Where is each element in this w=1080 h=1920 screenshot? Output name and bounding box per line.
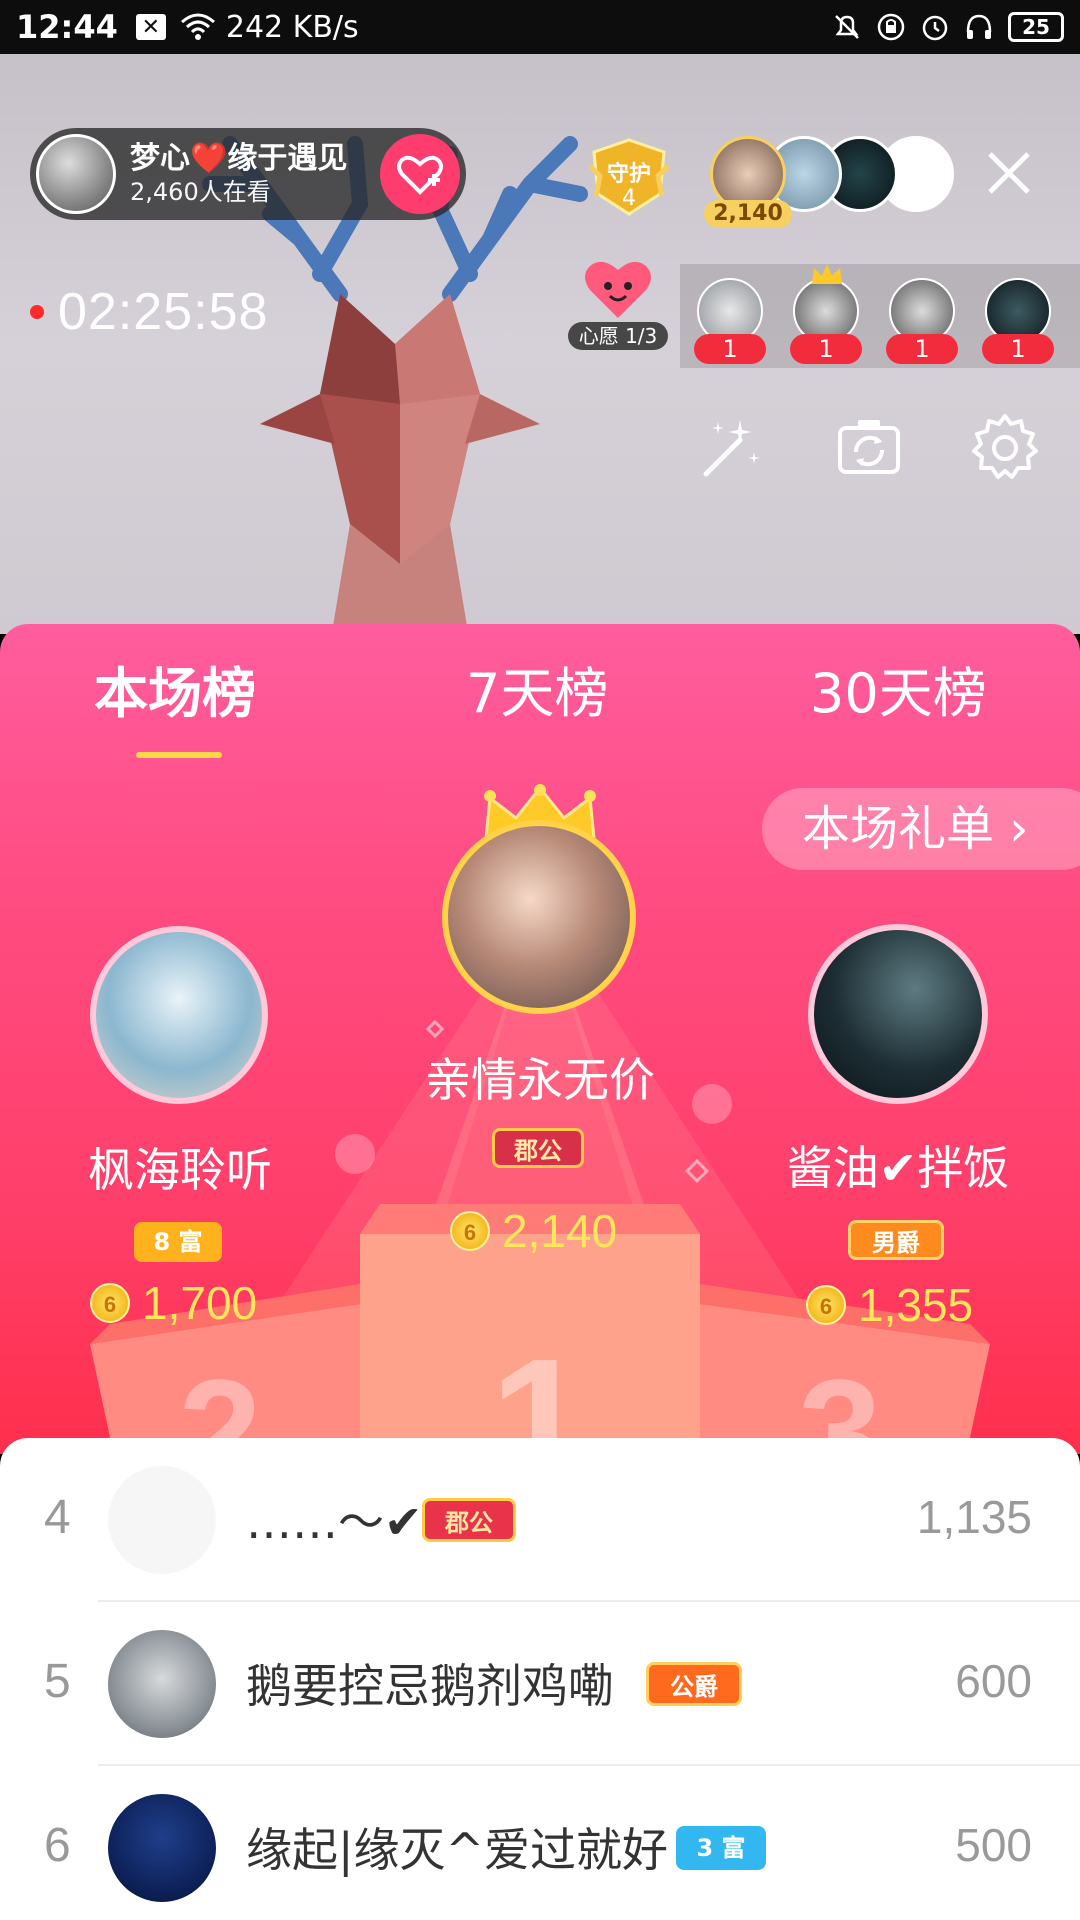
rank3-name[interactable]: 酱油✔拌饭: [748, 1132, 1048, 1198]
list-avatar[interactable]: [108, 1794, 216, 1902]
ranking-panel: 本场榜 7天榜 30天榜 本场礼单 › 2 1 3 亲情永无价 郡公 6 2,1…: [0, 624, 1080, 1454]
gear-icon[interactable]: [970, 412, 1040, 482]
list-avatar[interactable]: [108, 1630, 216, 1738]
rank2-name[interactable]: 枫海聆听: [30, 1134, 330, 1200]
list-rank: 4: [44, 1491, 71, 1544]
wish-progress: 心愿 1/3: [568, 322, 668, 350]
ranking-list: 4 ……～✔ 郡公 1,135 5 鹅要控忌鹅剂鸡嘞 公爵 600 6 缘起|缘…: [0, 1438, 1080, 1920]
gift-list-button[interactable]: 本场礼单 ›: [762, 788, 1080, 870]
live-video[interactable]: 梦心❤️缘于遇见 2,460人在看 守护 4 2,140 02:25:58 心愿…: [0, 54, 1080, 644]
guard-label: 守护: [606, 162, 651, 187]
gifter-item[interactable]: 1: [790, 264, 862, 364]
list-badge: 郡公: [422, 1498, 516, 1542]
crown-icon: [812, 264, 842, 284]
lock-rotation-icon: [877, 13, 905, 41]
network-speed: 242 KB/s: [225, 9, 359, 45]
list-value: 600: [955, 1655, 1032, 1707]
wish-widget[interactable]: 心愿 1/3: [568, 256, 668, 352]
list-name: 鹅要控忌鹅剂鸡嘞: [246, 1659, 614, 1713]
mute-bell-icon: [835, 15, 859, 39]
wish-heart-icon: [585, 261, 651, 318]
status-right-icons: 25: [832, 12, 1064, 42]
rank2-coin-value: 1,700: [142, 1277, 258, 1329]
active-tab-underline: [136, 752, 222, 758]
guard-badge[interactable]: 守护 4: [586, 136, 672, 218]
notification-x-icon: ✕: [135, 14, 166, 40]
tab-7-days[interactable]: 7天榜: [466, 664, 608, 724]
alarm-icon: [922, 15, 948, 41]
streamer-name: 梦心❤️缘于遇见: [130, 141, 348, 176]
recent-gifters[interactable]: 1 1 1 1: [680, 264, 1080, 368]
list-rank: 6: [44, 1819, 71, 1872]
list-item[interactable]: 6 缘起|缘灭^爱过就好 3 富 500: [0, 1766, 1080, 1920]
heart-plus-icon: [397, 155, 443, 195]
rank2-avatar[interactable]: [90, 926, 268, 1104]
coin-icon: 6: [90, 1283, 130, 1323]
rank1-badge: 郡公: [492, 1128, 584, 1168]
magic-wand-icon[interactable]: [696, 412, 766, 482]
battery-icon: 25: [1008, 12, 1064, 42]
list-item[interactable]: 4 ……～✔ 郡公 1,135: [0, 1438, 1080, 1602]
list-rank: 5: [44, 1655, 71, 1708]
gifter-count: 1: [982, 334, 1054, 364]
live-dot-icon: [30, 305, 44, 319]
rank1-avatar[interactable]: [442, 820, 636, 1014]
coin-icon: 6: [450, 1211, 490, 1251]
rank3-avatar[interactable]: [808, 924, 988, 1104]
streamer-card[interactable]: 梦心❤️缘于遇见 2,460人在看: [30, 128, 466, 220]
close-icon[interactable]: [984, 148, 1034, 198]
rank2-coins: 6 1,700: [90, 1276, 257, 1330]
coin-icon: 6: [806, 1285, 846, 1325]
live-room-screen: { "status_bar": { "time": "12:44", "spee…: [0, 0, 1080, 1920]
gifter-count: 1: [790, 334, 862, 364]
list-value: 500: [955, 1819, 1032, 1871]
gifter-item[interactable]: 1: [694, 278, 766, 364]
follow-button[interactable]: [380, 134, 460, 214]
list-value: 1,135: [916, 1491, 1032, 1543]
headphones-icon: [966, 14, 992, 39]
rank3-badge: 男爵: [848, 1220, 944, 1260]
list-badge: 3 富: [676, 1826, 766, 1870]
live-timer: 02:25:58: [30, 282, 268, 342]
tab-30-days[interactable]: 30天榜: [810, 664, 987, 724]
rank1-coins: 6 2,140: [450, 1204, 617, 1258]
gifter-item[interactable]: 1: [982, 278, 1054, 364]
live-timer-text: 02:25:58: [58, 283, 269, 341]
status-time: 12:44: [16, 8, 118, 46]
list-name: ……～✔: [246, 1495, 423, 1549]
gifter-count: 1: [886, 334, 958, 364]
list-avatar[interactable]: [108, 1466, 216, 1574]
status-bar: 12:44 ✕ 242 KB/s 25: [0, 0, 1080, 54]
rank1-coin-value: 2,140: [502, 1205, 618, 1257]
guard-count: 4: [622, 186, 636, 211]
rank3-coin-value: 1,355: [858, 1279, 974, 1331]
tab-current-session[interactable]: 本场榜: [94, 664, 256, 724]
rank2-badge: 8 富: [134, 1222, 222, 1262]
gifter-item[interactable]: 1: [886, 278, 958, 364]
top-fans[interactable]: 2,140: [704, 136, 954, 228]
gifter-count: 1: [694, 334, 766, 364]
list-badge: 公爵: [646, 1662, 742, 1706]
podium-number-1: 1: [490, 1322, 590, 1454]
ranking-tabs: 本场榜 7天榜 30天榜: [0, 644, 1080, 758]
wifi-icon: [180, 13, 215, 40]
rank1-name[interactable]: 亲情永无价: [390, 1044, 690, 1110]
list-item[interactable]: 5 鹅要控忌鹅剂鸡嘞 公爵 600: [0, 1602, 1080, 1766]
viewer-count: 2,460人在看: [130, 178, 271, 206]
switch-camera-icon[interactable]: [834, 412, 904, 482]
list-name: 缘起|缘灭^爱过就好: [246, 1823, 669, 1877]
rank3-coins: 6 1,355: [806, 1278, 973, 1332]
top-fan-value: 2,140: [704, 200, 792, 228]
streamer-avatar[interactable]: [36, 134, 116, 214]
